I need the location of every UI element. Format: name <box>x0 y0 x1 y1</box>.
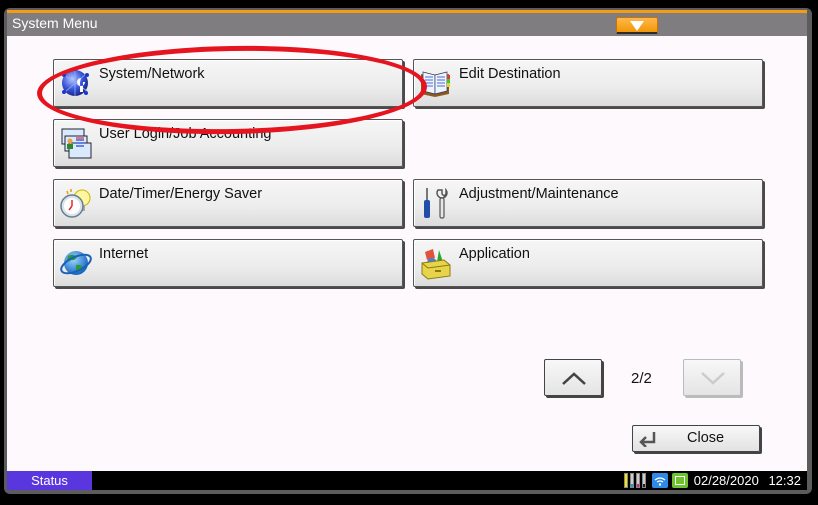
status-indicators: 02/28/2020 12:32 <box>623 472 801 489</box>
toner-cyan <box>629 473 634 488</box>
datetime: 02/28/2020 12:32 <box>694 473 801 488</box>
menu-item-label: Edit Destination <box>459 66 561 82</box>
menu-item-application[interactable]: Application <box>413 239 763 287</box>
title-bar: System Menu <box>7 10 807 36</box>
toner-magenta <box>635 473 640 488</box>
triangle-down-icon <box>630 21 644 31</box>
menu-item-system-network[interactable]: System/Network <box>53 59 403 107</box>
screwdriver-wrench-icon <box>424 187 448 219</box>
address-book-icon <box>421 71 450 97</box>
globe-icon <box>60 251 92 275</box>
menu-item-label: Internet <box>99 246 149 262</box>
page-indicator: 2/2 <box>631 370 652 387</box>
window-title: System Menu <box>12 15 98 31</box>
status-bar: Status 02/28/2020 12:32 <box>7 471 807 490</box>
date: 02/28/2020 <box>693 473 759 488</box>
system-menu-screen: System Menu System/Network Edit Destinat… <box>7 10 807 490</box>
menu-item-adjustment-maintenance[interactable]: Adjustment/Maintenance <box>413 179 763 227</box>
menu-item-label: System/Network <box>99 66 205 82</box>
menu-item-edit-destination[interactable]: Edit Destination <box>413 59 763 107</box>
chevron-up-icon <box>562 372 586 385</box>
title-dropdown-button[interactable] <box>616 17 658 34</box>
close-button-label: Close <box>687 430 725 446</box>
wifi-icon <box>651 473 668 488</box>
time: 12:32 <box>768 473 801 488</box>
menu-item-label: Application <box>459 246 530 262</box>
menu-item-label: Adjustment/Maintenance <box>459 186 619 202</box>
menu-item-user-login-job-accounting[interactable]: User Login/Job Accounting <box>53 119 403 167</box>
menu-item-label: Date/Timer/Energy Saver <box>99 186 263 202</box>
status-button[interactable]: Status <box>7 471 92 490</box>
close-button[interactable]: Close <box>632 425 760 452</box>
id-cards-icon <box>61 128 92 159</box>
return-arrow-icon <box>639 432 656 447</box>
toner-black <box>641 473 646 488</box>
chevron-down-icon <box>701 372 725 385</box>
clock-bulb-icon <box>60 189 91 218</box>
toner-yellow <box>623 473 628 488</box>
page-up-button[interactable] <box>544 359 602 396</box>
toner-levels-icon <box>623 473 646 488</box>
app-box-icon <box>421 249 451 280</box>
page-down-button[interactable] <box>683 359 741 396</box>
menu-item-internet[interactable]: Internet <box>53 239 403 287</box>
globe-wrench-icon <box>62 67 89 96</box>
menu-item-date-timer-energy-saver[interactable]: Date/Timer/Energy Saver <box>53 179 403 227</box>
menu-item-label: User Login/Job Accounting <box>99 126 272 142</box>
energy-saver-icon <box>671 473 688 488</box>
